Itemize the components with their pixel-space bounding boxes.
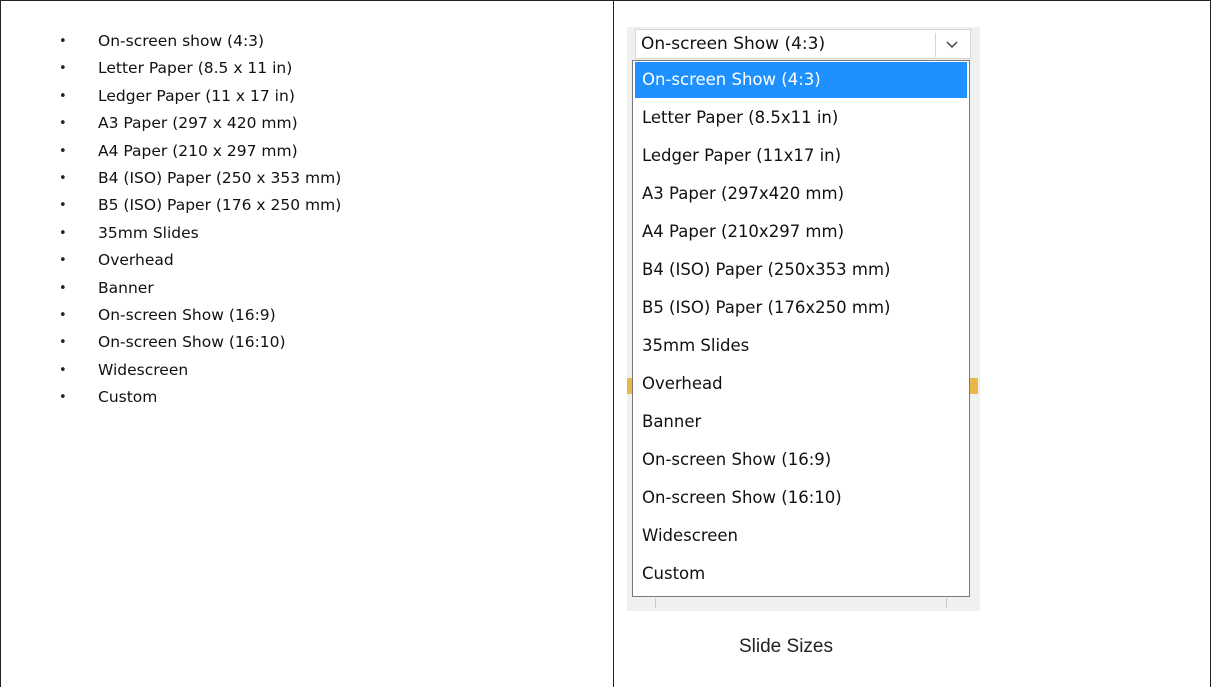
list-item: 35mm Slides [58,220,341,248]
list-item: A3 Paper (297 x 420 mm) [58,110,341,138]
list-item: Overhead [58,247,341,275]
ruler-tick [946,598,947,608]
column-divider [613,0,614,687]
dropdown-option[interactable]: On-screen Show (16:9) [635,442,967,478]
dropdown-option[interactable]: 35mm Slides [635,328,967,364]
list-item: Custom [58,384,341,412]
slide-edge-accent [970,378,978,394]
figure-caption: Slide Sizes [739,636,833,657]
list-item: Ledger Paper (11 x 17 in) [58,83,341,111]
list-item: B4 (ISO) Paper (250 x 353 mm) [58,165,341,193]
dropdown-option[interactable]: B5 (ISO) Paper (176x250 mm) [635,290,967,326]
list-item: Letter Paper (8.5 x 11 in) [58,55,341,83]
dropdown-option[interactable]: A4 Paper (210x297 mm) [635,214,967,250]
list-item: Widescreen [58,357,341,385]
dropdown-option[interactable]: Widescreen [635,518,967,554]
dropdown-button[interactable] [935,33,968,57]
dropdown-option[interactable]: A3 Paper (297x420 mm) [635,176,967,212]
dropdown-option[interactable]: On-screen Show (4:3) [635,62,967,98]
dropdown-option[interactable]: Letter Paper (8.5x11 in) [635,100,967,136]
table-right-border [1210,0,1211,687]
list-item: A4 Paper (210 x 297 mm) [58,138,341,166]
list-item: On-screen Show (16:9) [58,302,341,330]
select-current-value: On-screen Show (4:3) [641,34,826,54]
dropdown-option[interactable]: Custom [635,556,967,592]
list-item: Banner [58,275,341,303]
list-item: B5 (ISO) Paper (176 x 250 mm) [58,192,341,220]
chevron-down-icon [946,41,958,49]
dropdown-option[interactable]: Ledger Paper (11x17 in) [635,138,967,174]
dropdown-option[interactable]: Banner [635,404,967,440]
slide-size-list: On-screen show (4:3) Letter Paper (8.5 x… [58,28,341,412]
list-item: On-screen show (4:3) [58,28,341,56]
ruler-tick [655,598,656,608]
dropdown-option[interactable]: On-screen Show (16:10) [635,480,967,516]
dropdown-option[interactable]: Overhead [635,366,967,402]
dropdown-option[interactable]: B4 (ISO) Paper (250x353 mm) [635,252,967,288]
list-item: On-screen Show (16:10) [58,329,341,357]
